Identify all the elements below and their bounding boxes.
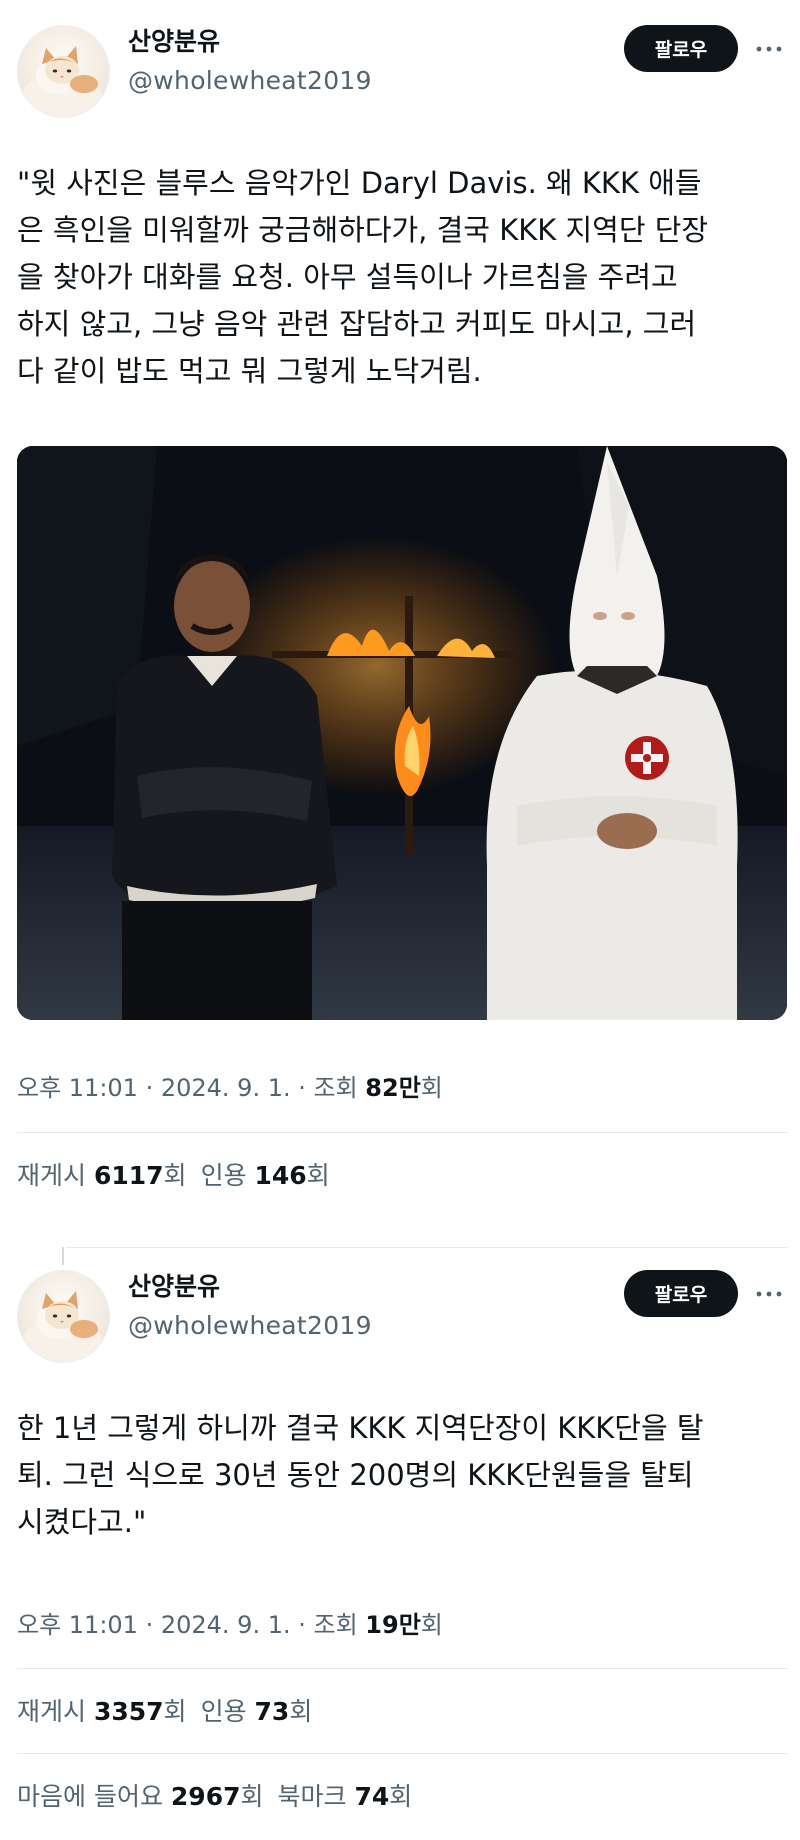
reposts-stat[interactable]: 재게시 6117회 bbox=[17, 1161, 187, 1190]
divider bbox=[17, 1753, 787, 1754]
views-label: 조회 bbox=[313, 1611, 366, 1639]
tweet-text: "윗 사진은 블루스 음악가인 Daryl Davis. 왜 KKK 애들 은 … bbox=[17, 160, 787, 395]
views-suffix: 회 bbox=[420, 1611, 443, 1639]
bookmarks-count: 74 bbox=[354, 1782, 390, 1811]
reposts-suffix: 회 bbox=[163, 1697, 187, 1726]
reposts-count: 3357 bbox=[93, 1697, 164, 1726]
tweet-text: 한 1년 그렇게 하니까 결국 KKK 지역단장이 KKK단을 탈 퇴. 그런 … bbox=[17, 1405, 787, 1546]
quotes-label: 인용 bbox=[200, 1697, 255, 1726]
reposts-label: 재게시 bbox=[17, 1697, 94, 1726]
quotes-label: 인용 bbox=[200, 1161, 255, 1190]
tweet-text-line: 시켰다고." bbox=[17, 1505, 147, 1539]
meta-separator: · bbox=[137, 1611, 161, 1639]
meta-separator: · bbox=[290, 1611, 314, 1639]
author-name[interactable]: 산양분유 bbox=[128, 1272, 220, 1302]
tweet-stats: 재게시 3357회 인용 73회 bbox=[17, 1696, 312, 1728]
tweet-date[interactable]: 2024. 9. 1. bbox=[161, 1074, 291, 1102]
tweet-text-line: 퇴. 그런 식으로 30년 동안 200명의 KKK단원들을 탈퇴 bbox=[17, 1458, 694, 1492]
tweet-2: 산양분유 @wholewheat2019 팔로우 한 1년 그렇게 하니까 결국… bbox=[0, 1235, 800, 1840]
bookmarks-stat[interactable]: 북마크 74회 bbox=[278, 1782, 413, 1811]
author-handle[interactable]: @wholewheat2019 bbox=[128, 66, 372, 96]
tweet-photo[interactable] bbox=[17, 446, 787, 1020]
quotes-stat[interactable]: 인용 73회 bbox=[201, 1697, 313, 1726]
bookmarks-suffix: 회 bbox=[389, 1782, 413, 1811]
author-handle[interactable]: @wholewheat2019 bbox=[128, 1311, 372, 1341]
more-dots-icon[interactable] bbox=[754, 1286, 784, 1302]
tweet-meta: 오후 11:01 · 2024. 9. 1. · 조회 19만회 bbox=[17, 1610, 443, 1640]
meta-separator: · bbox=[137, 1074, 161, 1102]
views-label: 조회 bbox=[313, 1074, 366, 1102]
follow-button[interactable]: 팔로우 bbox=[624, 1270, 738, 1317]
tweet-stats: 재게시 6117회 인용 146회 bbox=[17, 1160, 330, 1192]
likes-label: 마음에 들어요 bbox=[17, 1782, 171, 1811]
meta-separator: · bbox=[290, 1074, 314, 1102]
reposts-count: 6117 bbox=[93, 1161, 164, 1190]
views-suffix: 회 bbox=[420, 1074, 443, 1102]
likes-count: 2967 bbox=[170, 1782, 241, 1811]
tweet-1: 산양분유 @wholewheat2019 팔로우 "윗 사진은 블루스 음악가인… bbox=[0, 0, 800, 1235]
bookmarks-label: 북마크 bbox=[277, 1782, 355, 1811]
likes-stat[interactable]: 마음에 들어요 2967회 bbox=[17, 1782, 264, 1811]
divider bbox=[17, 1132, 787, 1133]
tweet-text-line: "윗 사진은 블루스 음악가인 Daryl Davis. 왜 KKK 애들 bbox=[17, 166, 702, 200]
tweet-time[interactable]: 오후 11:01 bbox=[17, 1074, 138, 1102]
quotes-suffix: 회 bbox=[306, 1161, 330, 1190]
views-value: 82만 bbox=[365, 1074, 421, 1102]
quotes-suffix: 회 bbox=[289, 1697, 313, 1726]
tweet-text-line: 은 흑인을 미워할까 궁금해하다가, 결국 KKK 지역단 단장 bbox=[17, 213, 709, 247]
follow-button[interactable]: 팔로우 bbox=[624, 25, 738, 72]
quotes-count: 73 bbox=[254, 1697, 290, 1726]
tweet-date[interactable]: 2024. 9. 1. bbox=[161, 1611, 291, 1639]
reposts-suffix: 회 bbox=[163, 1161, 187, 1190]
tweet-meta: 오후 11:01 · 2024. 9. 1. · 조회 82만회 bbox=[17, 1073, 443, 1103]
tweet-stats-secondary: 마음에 들어요 2967회 북마크 74회 bbox=[17, 1781, 412, 1813]
reposts-stat[interactable]: 재게시 3357회 bbox=[17, 1697, 187, 1726]
tweet-text-line: 한 1년 그렇게 하니까 결국 KKK 지역단장이 KKK단을 탈 bbox=[17, 1411, 704, 1445]
quotes-count: 146 bbox=[254, 1161, 307, 1190]
reposts-label: 재게시 bbox=[17, 1161, 94, 1190]
tweet-time[interactable]: 오후 11:01 bbox=[17, 1611, 138, 1639]
cat-avatar-icon[interactable] bbox=[17, 25, 110, 118]
cat-avatar-icon[interactable] bbox=[17, 1270, 110, 1363]
tweet-text-line: 하지 않고, 그냥 음악 관련 잡담하고 커피도 마시고, 그러 bbox=[17, 307, 697, 341]
likes-suffix: 회 bbox=[240, 1782, 264, 1811]
tweet-text-line: 다 같이 밥도 먹고 뭐 그렇게 노닥거림. bbox=[17, 354, 482, 388]
quotes-stat[interactable]: 인용 146회 bbox=[201, 1161, 330, 1190]
tweet-text-line: 을 찾아가 대화를 요청. 아무 설득이나 가르침을 주려고 bbox=[17, 260, 678, 294]
author-name[interactable]: 산양분유 bbox=[128, 27, 220, 57]
thread-connector bbox=[62, 1247, 64, 1265]
views-value: 19만 bbox=[365, 1611, 421, 1639]
more-dots-icon[interactable] bbox=[754, 41, 784, 57]
divider bbox=[66, 1247, 787, 1248]
divider bbox=[17, 1668, 787, 1669]
